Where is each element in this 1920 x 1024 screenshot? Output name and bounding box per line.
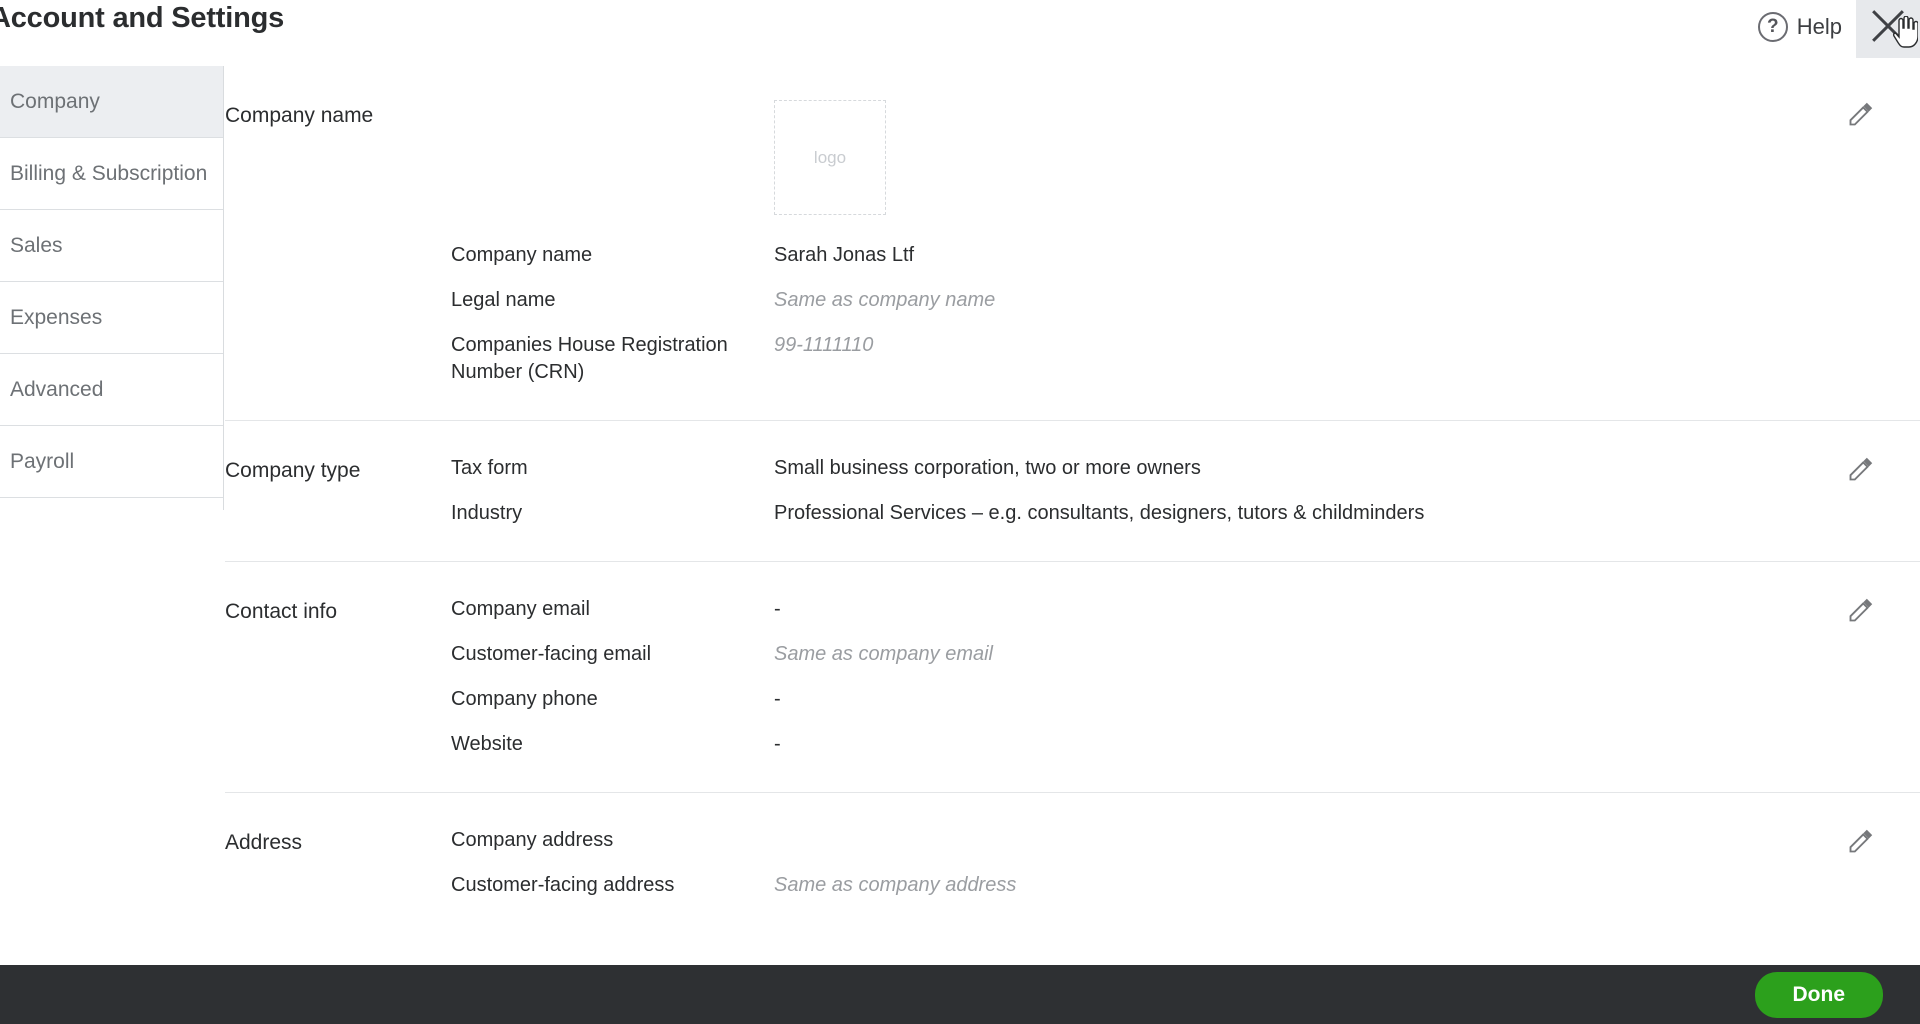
sidebar-item-label: Company [10, 89, 100, 113]
pencil-icon[interactable] [1847, 100, 1875, 128]
field-row: Customer-facing address Same as company … [451, 872, 1920, 899]
help-label: Help [1796, 14, 1842, 39]
sidebar-item-label: Advanced [10, 377, 104, 401]
section-title: Contact info [225, 600, 338, 623]
field-label: Tax form [451, 457, 528, 479]
close-x-icon [1871, 9, 1905, 43]
field-value: - [774, 733, 781, 755]
section-body: Tax form Small business corporation, two… [451, 455, 1920, 527]
section-body: Company email - Customer-facing email Sa… [451, 596, 1920, 758]
field-value: Same as company address [774, 874, 1017, 896]
field-row: Legal name Same as company name [451, 287, 1920, 314]
close-button[interactable] [1856, 0, 1920, 58]
field-value: - [774, 688, 781, 710]
field-value: Small business corporation, two or more … [774, 457, 1201, 479]
sidebar-item-sales[interactable]: Sales [0, 210, 223, 282]
page-title: Account and Settings [0, 2, 285, 34]
sidebar-item-label: Billing & Subscription [10, 161, 208, 185]
field-row: Customer-facing email Same as company em… [451, 641, 1920, 668]
field-label: Legal name [451, 289, 556, 311]
account-settings-page: Account and Settings ? Help Company Bill… [0, 0, 1920, 1024]
sidebar-item-expenses[interactable]: Expenses [0, 282, 223, 354]
field-row: Industry Professional Services – e.g. co… [451, 500, 1920, 527]
sidebar-item-label: Payroll [10, 449, 75, 473]
field-row: Companies House Registration Number (CRN… [451, 332, 1920, 386]
field-row: Tax form Small business corporation, two… [451, 455, 1920, 482]
sidebar-item-advanced[interactable]: Advanced [0, 354, 223, 426]
done-button[interactable]: Done [1754, 971, 1883, 1018]
section-title: Company name [225, 104, 374, 127]
page-header: Account and Settings ? Help [0, 0, 1920, 66]
sidebar-item-label: Sales [10, 233, 63, 257]
section-body: Company address Customer-facing address … [451, 827, 1920, 899]
field-label: Companies House Registration Number (CRN… [451, 334, 728, 383]
field-row: Company email - [451, 596, 1920, 623]
field-label: Company name [451, 244, 593, 266]
field-label: Industry [451, 502, 523, 524]
field-label: Customer-facing email [451, 643, 652, 665]
settings-content: Company name logo Company name Sarah Jon… [225, 66, 1920, 965]
field-label: Company address [451, 829, 614, 851]
field-row: Company phone - [451, 686, 1920, 713]
sidebar-item-billing-subscription[interactable]: Billing & Subscription [0, 138, 223, 210]
section-title: Address [225, 831, 303, 854]
sidebar-item-label: Expenses [10, 305, 103, 329]
question-circle-icon: ? [1757, 12, 1788, 42]
section-contact-info: Contact info Company email - Customer-fa… [225, 562, 1920, 793]
help-button[interactable]: ? Help [1757, 0, 1856, 60]
field-value: - [774, 598, 781, 620]
field-value: Sarah Jonas Ltf [774, 244, 915, 266]
sidebar-item-company[interactable]: Company [0, 66, 223, 138]
section-title: Company type [225, 459, 361, 482]
field-value: 99-1111110 [774, 334, 874, 356]
field-row: Website - [451, 731, 1920, 758]
field-label: Company email [451, 598, 590, 620]
field-label: Company phone [451, 688, 598, 710]
pencil-icon[interactable] [1847, 596, 1875, 624]
field-row: Company address [451, 827, 1920, 854]
section-company-type: Company type Tax form Small business cor… [225, 421, 1920, 562]
field-value: Same as company email [774, 643, 993, 665]
field-row: Company name Sarah Jonas Ltf [451, 242, 1920, 269]
section-company-name: Company name logo Company name Sarah Jon… [225, 66, 1920, 421]
page-footer: Done [0, 965, 1920, 1024]
header-actions: ? Help [1757, 0, 1920, 66]
company-logo-placeholder[interactable]: logo [774, 100, 886, 215]
section-body: logo Company name Sarah Jonas Ltf Legal … [451, 100, 1920, 386]
logo-placeholder-label: logo [813, 147, 847, 167]
field-value: Same as company name [774, 289, 996, 311]
pencil-icon[interactable] [1847, 827, 1875, 855]
field-label: Customer-facing address [451, 874, 675, 896]
field-value: Professional Services – e.g. consultants… [774, 502, 1425, 524]
settings-sidebar: Company Billing & Subscription Sales Exp… [0, 66, 224, 510]
section-address: Address Company address Customer-facing … [225, 793, 1920, 933]
field-label: Website [451, 733, 523, 755]
sidebar-item-payroll[interactable]: Payroll [0, 426, 223, 498]
pencil-icon[interactable] [1847, 455, 1875, 483]
